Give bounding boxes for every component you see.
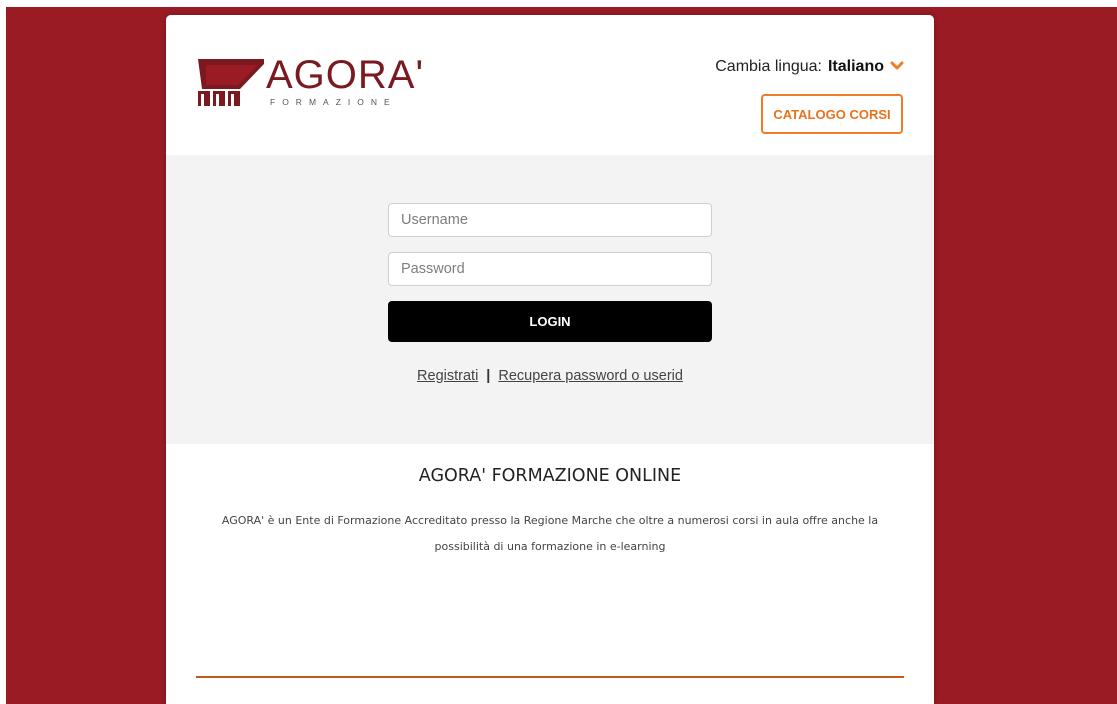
recover-password-link[interactable]: Recupera password o userid <box>498 368 683 384</box>
login-card: AGORA' FORMAZIONE Cambia lingua: Italian… <box>166 15 934 704</box>
info-title: AGORA' FORMAZIONE ONLINE <box>418 466 682 486</box>
password-input[interactable] <box>388 252 712 286</box>
link-separator: | <box>486 368 491 384</box>
brand-name: AGORA' <box>266 53 425 97</box>
language-label: Cambia lingua: <box>715 58 822 75</box>
register-link[interactable]: Registrati <box>417 368 478 384</box>
login-button[interactable]: LOGIN <box>388 301 712 342</box>
info-section: AGORA' FORMAZIONE ONLINE AGORA' è un Ent… <box>166 466 934 560</box>
username-input[interactable] <box>388 203 712 237</box>
chevron-down-icon[interactable] <box>890 58 904 76</box>
info-text: AGORA' è un Ente di Formazione Accredita… <box>221 514 879 553</box>
language-value[interactable]: Italiano <box>828 58 884 76</box>
footer-divider <box>196 676 904 678</box>
header: AGORA' FORMAZIONE Cambia lingua: Italian… <box>166 15 934 155</box>
auth-links: Registrati | Recupera password o userid <box>166 368 934 384</box>
logo-icon <box>198 59 264 106</box>
catalog-button[interactable]: CATALOGO CORSI <box>761 94 903 134</box>
language-selector[interactable]: Cambia lingua: Italiano <box>715 58 904 76</box>
brand-logo[interactable]: AGORA' FORMAZIONE <box>196 51 423 107</box>
brand-subtitle: FORMAZIONE <box>270 97 397 107</box>
login-form: LOGIN Registrati | Recupera password o use… <box>166 155 934 444</box>
